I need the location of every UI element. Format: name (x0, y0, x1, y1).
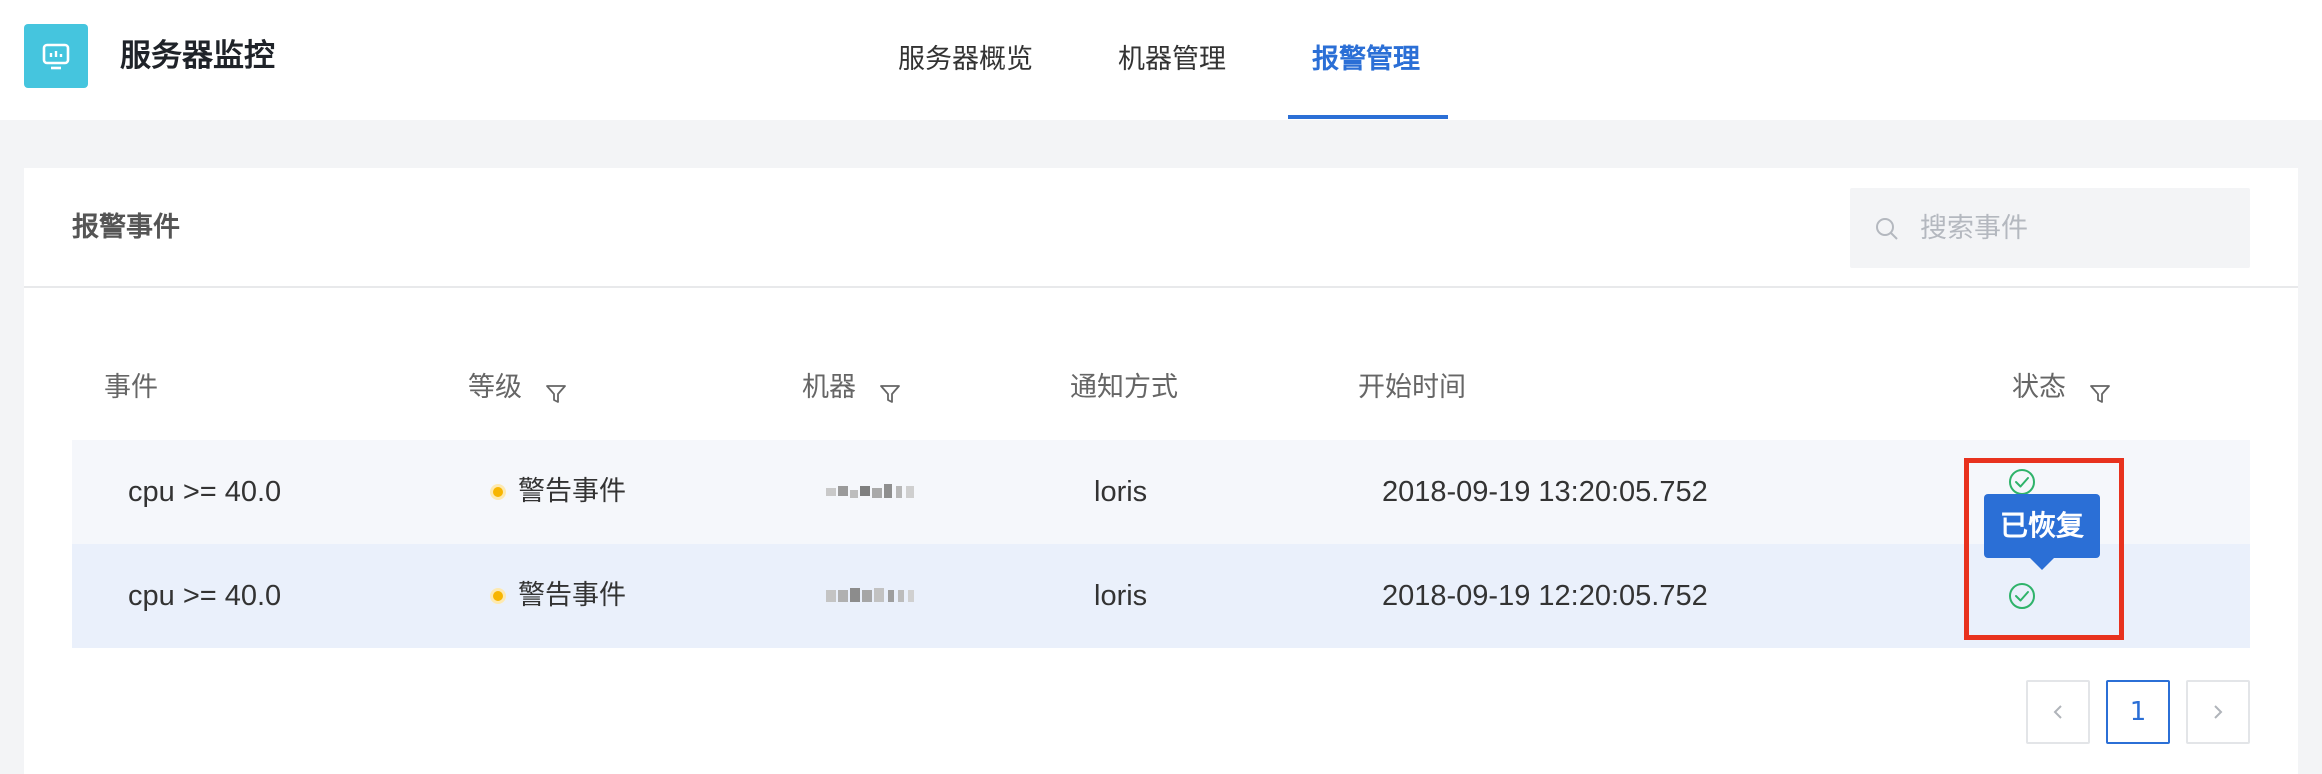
search-input[interactable] (1920, 206, 2230, 250)
search-box[interactable] (1850, 188, 2250, 268)
column-header-start-time[interactable]: 开始时间 (1358, 368, 1466, 408)
cell-notify: loris (1094, 476, 1148, 508)
pagination-next-button[interactable] (2186, 680, 2250, 744)
cell-event: cpu >= 40.0 (128, 580, 282, 612)
cell-start-time: 2018-09-19 12:20:05.752 (1382, 580, 1708, 612)
tooltip-arrow (2030, 558, 2054, 570)
tab-server-overview[interactable]: 服务器概览 (898, 40, 1033, 80)
filter-icon[interactable] (544, 382, 568, 406)
column-header-machine[interactable]: 机器 (802, 368, 856, 408)
chevron-right-icon (2214, 705, 2223, 719)
cell-event: cpu >= 40.0 (128, 476, 282, 508)
cell-start-time: 2018-09-19 13:20:05.752 (1382, 476, 1708, 508)
column-header-notify[interactable]: 通知方式 (1070, 368, 1178, 408)
chevron-left-icon (2053, 705, 2062, 719)
cell-level: 警告事件 (518, 580, 626, 611)
cell-level: 警告事件 (518, 476, 626, 507)
column-header-status[interactable]: 状态 (2012, 368, 2066, 408)
app-logo (24, 24, 88, 88)
panel-title: 报警事件 (72, 212, 180, 243)
search-icon (1876, 218, 1898, 240)
status-tooltip: 已恢复 (1984, 494, 2100, 558)
top-header: 服务器监控 服务器概览 机器管理 报警管理 (0, 0, 2322, 120)
machine-obscured (826, 484, 914, 498)
app-title: 服务器监控 (120, 38, 275, 74)
table-row[interactable]: cpu >= 40.0 警告事件 loris 2018-09-19 12:20:… (72, 544, 2250, 648)
table-row[interactable]: cpu >= 40.0 警告事件 loris 2018-09-19 13:20:… (72, 440, 2250, 544)
machine-obscured (826, 588, 914, 602)
active-tab-indicator (1288, 115, 1448, 119)
monitor-icon (42, 43, 70, 70)
pagination-prev-button[interactable] (2026, 680, 2090, 744)
level-dot (490, 484, 506, 500)
check-circle-icon[interactable] (2008, 468, 2036, 496)
divider (24, 286, 2298, 288)
filter-icon[interactable] (2088, 382, 2112, 406)
column-header-event[interactable]: 事件 (104, 368, 158, 408)
filter-icon[interactable] (878, 382, 902, 406)
tab-alert-management[interactable]: 报警管理 (1312, 40, 1420, 80)
cell-notify: loris (1094, 580, 1148, 612)
check-circle-icon[interactable] (2008, 582, 2036, 610)
tab-machine-management[interactable]: 机器管理 (1118, 40, 1226, 80)
pagination-page-button[interactable]: 1 (2106, 680, 2170, 744)
column-header-level[interactable]: 等级 (468, 368, 522, 408)
level-dot (490, 588, 506, 604)
